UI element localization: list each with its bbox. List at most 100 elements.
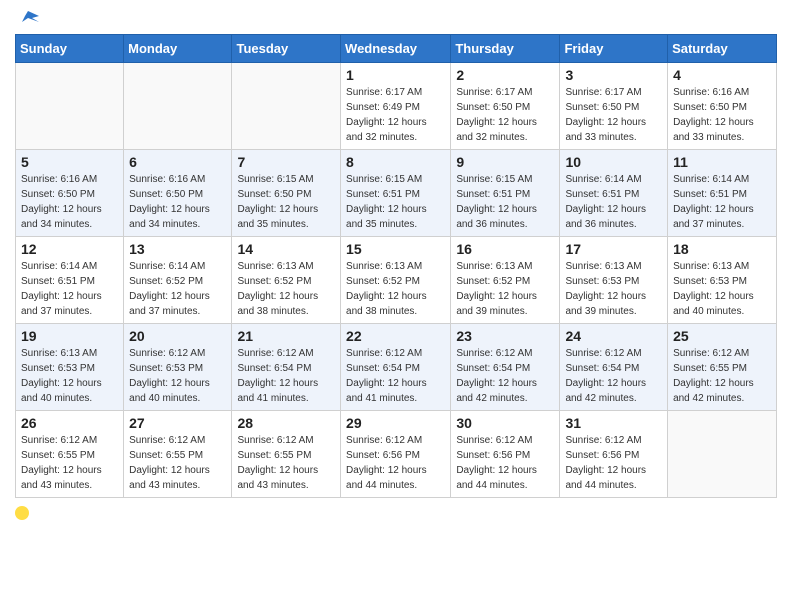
- calendar-cell: 2 Sunrise: 6:17 AMSunset: 6:50 PMDaylight…: [451, 63, 560, 150]
- day-number: 7: [237, 154, 335, 170]
- calendar-cell: [668, 411, 777, 498]
- day-number: 10: [565, 154, 662, 170]
- calendar-cell: 11 Sunrise: 6:14 AMSunset: 6:51 PMDayligh…: [668, 150, 777, 237]
- calendar-week-row: 26 Sunrise: 6:12 AMSunset: 6:55 PMDayligh…: [16, 411, 777, 498]
- day-number: 8: [346, 154, 445, 170]
- calendar-cell: 4 Sunrise: 6:16 AMSunset: 6:50 PMDaylight…: [668, 63, 777, 150]
- day-number: 18: [673, 241, 771, 257]
- calendar-cell: 30Sunrise: 6:12 AMSunset: 6:56 PMDayligh…: [451, 411, 560, 498]
- calendar-day-header: Wednesday: [341, 35, 451, 63]
- calendar-cell: 16Sunrise: 6:13 AMSunset: 6:52 PMDayligh…: [451, 237, 560, 324]
- calendar-week-row: 5 Sunrise: 6:16 AMSunset: 6:50 PMDaylight…: [16, 150, 777, 237]
- day-number: 21: [237, 328, 335, 344]
- calendar-day-header: Saturday: [668, 35, 777, 63]
- day-info: Sunrise: 6:13 AMSunset: 6:53 PMDaylight:…: [673, 259, 771, 319]
- calendar-cell: 19 Sunrise: 6:13 AMSunset: 6:53 PMDayligh…: [16, 324, 124, 411]
- day-info: Sunrise: 6:15 AMSunset: 6:51 PMDaylight:…: [346, 172, 445, 232]
- calendar-cell: 3 Sunrise: 6:17 AMSunset: 6:50 PMDaylight…: [560, 63, 668, 150]
- day-info: Sunrise: 6:16 AMSunset: 6:50 PMDaylight:…: [673, 85, 771, 145]
- legend: [15, 506, 777, 520]
- calendar-cell: 14 Sunrise: 6:13 AMSunset: 6:52 PMDayligh…: [232, 237, 341, 324]
- calendar-cell: 13 Sunrise: 6:14 AMSunset: 6:52 PMDayligh…: [124, 237, 232, 324]
- day-number: 28: [237, 415, 335, 431]
- day-info: Sunrise: 6:12 AMSunset: 6:53 PMDaylight:…: [129, 346, 226, 406]
- calendar-cell: 18 Sunrise: 6:13 AMSunset: 6:53 PMDayligh…: [668, 237, 777, 324]
- calendar-cell: 28 Sunrise: 6:12 AMSunset: 6:55 PMDayligh…: [232, 411, 341, 498]
- calendar-cell: 22Sunrise: 6:12 AMSunset: 6:54 PMDayligh…: [341, 324, 451, 411]
- calendar-cell: 12Sunrise: 6:14 AMSunset: 6:51 PMDayligh…: [16, 237, 124, 324]
- day-info: Sunrise: 6:13 AMSunset: 6:52 PMDaylight:…: [346, 259, 445, 319]
- day-number: 27: [129, 415, 226, 431]
- calendar-day-header: Friday: [560, 35, 668, 63]
- calendar-cell: 27 Sunrise: 6:12 AMSunset: 6:55 PMDayligh…: [124, 411, 232, 498]
- calendar-cell: 7 Sunrise: 6:15 AMSunset: 6:50 PMDaylight…: [232, 150, 341, 237]
- day-info: Sunrise: 6:13 AMSunset: 6:53 PMDaylight:…: [565, 259, 662, 319]
- day-number: 26: [21, 415, 118, 431]
- day-number: 24: [565, 328, 662, 344]
- day-number: 14: [237, 241, 335, 257]
- calendar-cell: 15 Sunrise: 6:13 AMSunset: 6:52 PMDayligh…: [341, 237, 451, 324]
- day-number: 2: [456, 67, 554, 83]
- day-number: 9: [456, 154, 554, 170]
- calendar-cell: 8 Sunrise: 6:15 AMSunset: 6:51 PMDaylight…: [341, 150, 451, 237]
- calendar-week-row: 19 Sunrise: 6:13 AMSunset: 6:53 PMDayligh…: [16, 324, 777, 411]
- calendar-cell: [232, 63, 341, 150]
- day-info: Sunrise: 6:14 AMSunset: 6:52 PMDaylight:…: [129, 259, 226, 319]
- day-info: Sunrise: 6:12 AMSunset: 6:55 PMDaylight:…: [129, 433, 226, 493]
- day-info: Sunrise: 6:12 AMSunset: 6:56 PMDaylight:…: [456, 433, 554, 493]
- calendar-cell: 29 Sunrise: 6:12 AMSunset: 6:56 PMDayligh…: [341, 411, 451, 498]
- calendar-cell: 25 Sunrise: 6:12 AMSunset: 6:55 PMDayligh…: [668, 324, 777, 411]
- calendar-cell: 1 Sunrise: 6:17 AMSunset: 6:49 PMDaylight…: [341, 63, 451, 150]
- day-info: Sunrise: 6:14 AMSunset: 6:51 PMDaylight:…: [21, 259, 118, 319]
- day-info: Sunrise: 6:13 AMSunset: 6:53 PMDaylight:…: [21, 346, 118, 406]
- day-number: 19: [21, 328, 118, 344]
- day-number: 23: [456, 328, 554, 344]
- day-info: Sunrise: 6:17 AMSunset: 6:49 PMDaylight:…: [346, 85, 445, 145]
- header: [15, 10, 777, 26]
- day-number: 25: [673, 328, 771, 344]
- day-info: Sunrise: 6:12 AMSunset: 6:55 PMDaylight:…: [237, 433, 335, 493]
- day-info: Sunrise: 6:12 AMSunset: 6:54 PMDaylight:…: [346, 346, 445, 406]
- calendar-cell: 31Sunrise: 6:12 AMSunset: 6:56 PMDayligh…: [560, 411, 668, 498]
- day-number: 4: [673, 67, 771, 83]
- page: SundayMondayTuesdayWednesdayThursdayFrid…: [0, 0, 792, 612]
- day-number: 5: [21, 154, 118, 170]
- day-info: Sunrise: 6:14 AMSunset: 6:51 PMDaylight:…: [565, 172, 662, 232]
- day-number: 29: [346, 415, 445, 431]
- calendar-cell: 24Sunrise: 6:12 AMSunset: 6:54 PMDayligh…: [560, 324, 668, 411]
- calendar-week-row: 1 Sunrise: 6:17 AMSunset: 6:49 PMDaylight…: [16, 63, 777, 150]
- day-number: 16: [456, 241, 554, 257]
- day-info: Sunrise: 6:14 AMSunset: 6:51 PMDaylight:…: [673, 172, 771, 232]
- day-info: Sunrise: 6:12 AMSunset: 6:56 PMDaylight:…: [346, 433, 445, 493]
- day-number: 3: [565, 67, 662, 83]
- calendar-cell: [16, 63, 124, 150]
- day-info: Sunrise: 6:13 AMSunset: 6:52 PMDaylight:…: [237, 259, 335, 319]
- day-info: Sunrise: 6:16 AMSunset: 6:50 PMDaylight:…: [21, 172, 118, 232]
- day-number: 13: [129, 241, 226, 257]
- day-info: Sunrise: 6:17 AMSunset: 6:50 PMDaylight:…: [456, 85, 554, 145]
- calendar-day-header: Monday: [124, 35, 232, 63]
- calendar-cell: 9 Sunrise: 6:15 AMSunset: 6:51 PMDaylight…: [451, 150, 560, 237]
- day-number: 6: [129, 154, 226, 170]
- day-number: 1: [346, 67, 445, 83]
- calendar-cell: 10 Sunrise: 6:14 AMSunset: 6:51 PMDayligh…: [560, 150, 668, 237]
- calendar-cell: 5 Sunrise: 6:16 AMSunset: 6:50 PMDaylight…: [16, 150, 124, 237]
- day-info: Sunrise: 6:15 AMSunset: 6:50 PMDaylight:…: [237, 172, 335, 232]
- day-info: Sunrise: 6:12 AMSunset: 6:56 PMDaylight:…: [565, 433, 662, 493]
- day-info: Sunrise: 6:17 AMSunset: 6:50 PMDaylight:…: [565, 85, 662, 145]
- day-info: Sunrise: 6:15 AMSunset: 6:51 PMDaylight:…: [456, 172, 554, 232]
- day-number: 11: [673, 154, 771, 170]
- day-info: Sunrise: 6:12 AMSunset: 6:54 PMDaylight:…: [456, 346, 554, 406]
- calendar-header-row: SundayMondayTuesdayWednesdayThursdayFrid…: [16, 35, 777, 63]
- day-info: Sunrise: 6:12 AMSunset: 6:55 PMDaylight:…: [673, 346, 771, 406]
- day-number: 17: [565, 241, 662, 257]
- calendar-cell: 21Sunrise: 6:12 AMSunset: 6:54 PMDayligh…: [232, 324, 341, 411]
- calendar-cell: 20Sunrise: 6:12 AMSunset: 6:53 PMDayligh…: [124, 324, 232, 411]
- calendar-cell: 26 Sunrise: 6:12 AMSunset: 6:55 PMDayligh…: [16, 411, 124, 498]
- day-number: 15: [346, 241, 445, 257]
- calendar-day-header: Sunday: [16, 35, 124, 63]
- day-info: Sunrise: 6:12 AMSunset: 6:55 PMDaylight:…: [21, 433, 118, 493]
- calendar-cell: 6 Sunrise: 6:16 AMSunset: 6:50 PMDaylight…: [124, 150, 232, 237]
- day-info: Sunrise: 6:16 AMSunset: 6:50 PMDaylight:…: [129, 172, 226, 232]
- calendar-week-row: 12Sunrise: 6:14 AMSunset: 6:51 PMDayligh…: [16, 237, 777, 324]
